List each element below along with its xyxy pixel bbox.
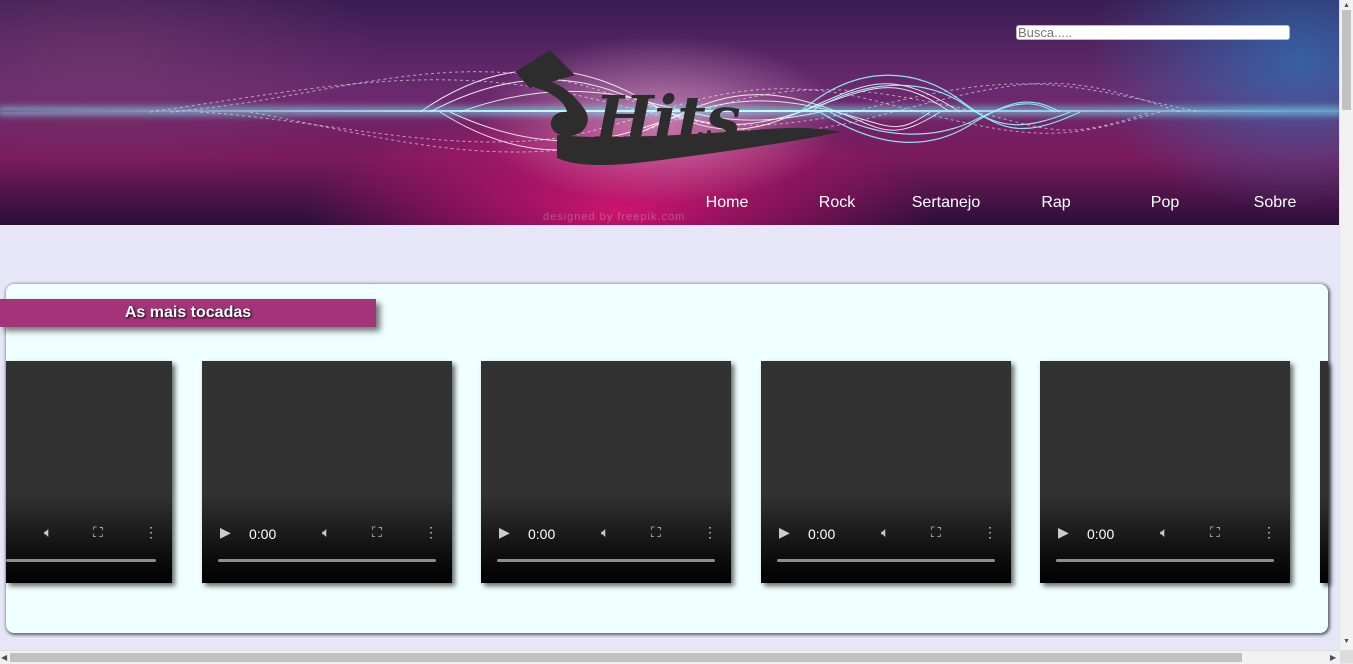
more-options-icon[interactable]: ⋮: [424, 524, 438, 541]
video-controls: ▶ 0:00 🔈︎ ⛶ ⋮: [1040, 524, 1290, 546]
video-controls: ▶ 0:00 🔈︎ ⛶ ⋮: [761, 524, 1011, 546]
video-progress-bar[interactable]: [497, 559, 715, 562]
video-time: 0:00: [808, 526, 836, 542]
nav-item-rap[interactable]: Rap: [1001, 194, 1111, 212]
nav-item-home[interactable]: Home: [672, 194, 782, 212]
nav-item-sertanejo[interactable]: Sertanejo: [891, 194, 1001, 212]
video-progress-bar[interactable]: [218, 559, 436, 562]
video-player[interactable]: ▶ 0:00 🔈︎ ⛶ ⋮: [202, 361, 452, 583]
video-progress-bar[interactable]: [1056, 559, 1274, 562]
play-icon[interactable]: ▶: [499, 524, 510, 541]
volume-icon[interactable]: 🔈︎: [44, 524, 52, 541]
scroll-right-icon[interactable]: ▶: [1330, 653, 1336, 662]
video-player[interactable]: ▶ 0:00 🔈︎ ⛶ ⋮: [481, 361, 731, 583]
play-icon[interactable]: ▶: [1058, 524, 1069, 541]
video-player[interactable]: ▶ 0:00 🔈︎ ⛶ ⋮: [1040, 361, 1290, 583]
volume-icon[interactable]: 🔈︎: [881, 524, 889, 541]
more-options-icon[interactable]: ⋮: [144, 524, 158, 541]
nav-item-rock[interactable]: Rock: [782, 194, 892, 212]
vertical-scrollbar[interactable]: ▲ ▼: [1339, 0, 1353, 650]
volume-icon[interactable]: 🔈︎: [322, 524, 330, 541]
video-time: 0:00: [249, 526, 277, 542]
more-options-icon[interactable]: ⋮: [1262, 524, 1276, 541]
fullscreen-icon[interactable]: ⛶: [372, 524, 382, 541]
volume-icon[interactable]: 🔈︎: [1160, 524, 1168, 541]
fullscreen-icon[interactable]: ⛶: [651, 524, 661, 541]
nav-item-sobre[interactable]: Sobre: [1220, 194, 1330, 212]
more-options-icon[interactable]: ⋮: [703, 524, 717, 541]
play-icon[interactable]: ▶: [220, 524, 231, 541]
more-options-icon[interactable]: ⋮: [983, 524, 997, 541]
fullscreen-icon[interactable]: ⛶: [931, 524, 941, 541]
horizontal-scrollbar[interactable]: ◀ ▶: [0, 650, 1340, 664]
fullscreen-icon[interactable]: ⛶: [1210, 524, 1220, 541]
nav-item-pop[interactable]: Pop: [1110, 194, 1220, 212]
play-icon[interactable]: ▶: [779, 524, 790, 541]
video-time: 0:00: [528, 526, 556, 542]
logo-text: Hits: [593, 82, 741, 155]
horizontal-scroll-thumb[interactable]: [10, 653, 1242, 662]
video-progress-bar[interactable]: [777, 559, 995, 562]
video-controls: 🔈︎ ⛶ ⋮: [6, 524, 172, 546]
vertical-scroll-thumb[interactable]: [1342, 10, 1351, 110]
video-time: 0:00: [1087, 526, 1115, 542]
video-controls: ▶ 0:00 🔈︎ ⛶ ⋮: [202, 524, 452, 546]
scrollbar-corner: [1340, 650, 1353, 663]
video-progress-bar[interactable]: [6, 559, 156, 562]
video-player[interactable]: 🔈︎ ⛶ ⋮: [6, 361, 172, 583]
hits-logo: Hits: [515, 50, 840, 166]
video-player[interactable]: [1320, 361, 1328, 583]
scroll-left-icon[interactable]: ◀: [1, 653, 7, 662]
scroll-down-icon[interactable]: ▼: [1343, 638, 1350, 645]
main-nav: Home Rock Sertanejo Rap Pop Sobre: [0, 194, 1340, 216]
search-input[interactable]: [1016, 25, 1290, 40]
section-title: As mais tocadas: [0, 299, 376, 327]
video-controls: ▶ 0:00 🔈︎ ⛶ ⋮: [481, 524, 731, 546]
volume-icon[interactable]: 🔈︎: [601, 524, 609, 541]
video-player[interactable]: ▶ 0:00 🔈︎ ⛶ ⋮: [761, 361, 1011, 583]
scroll-up-icon[interactable]: ▲: [1343, 2, 1350, 9]
fullscreen-icon[interactable]: ⛶: [93, 524, 103, 541]
